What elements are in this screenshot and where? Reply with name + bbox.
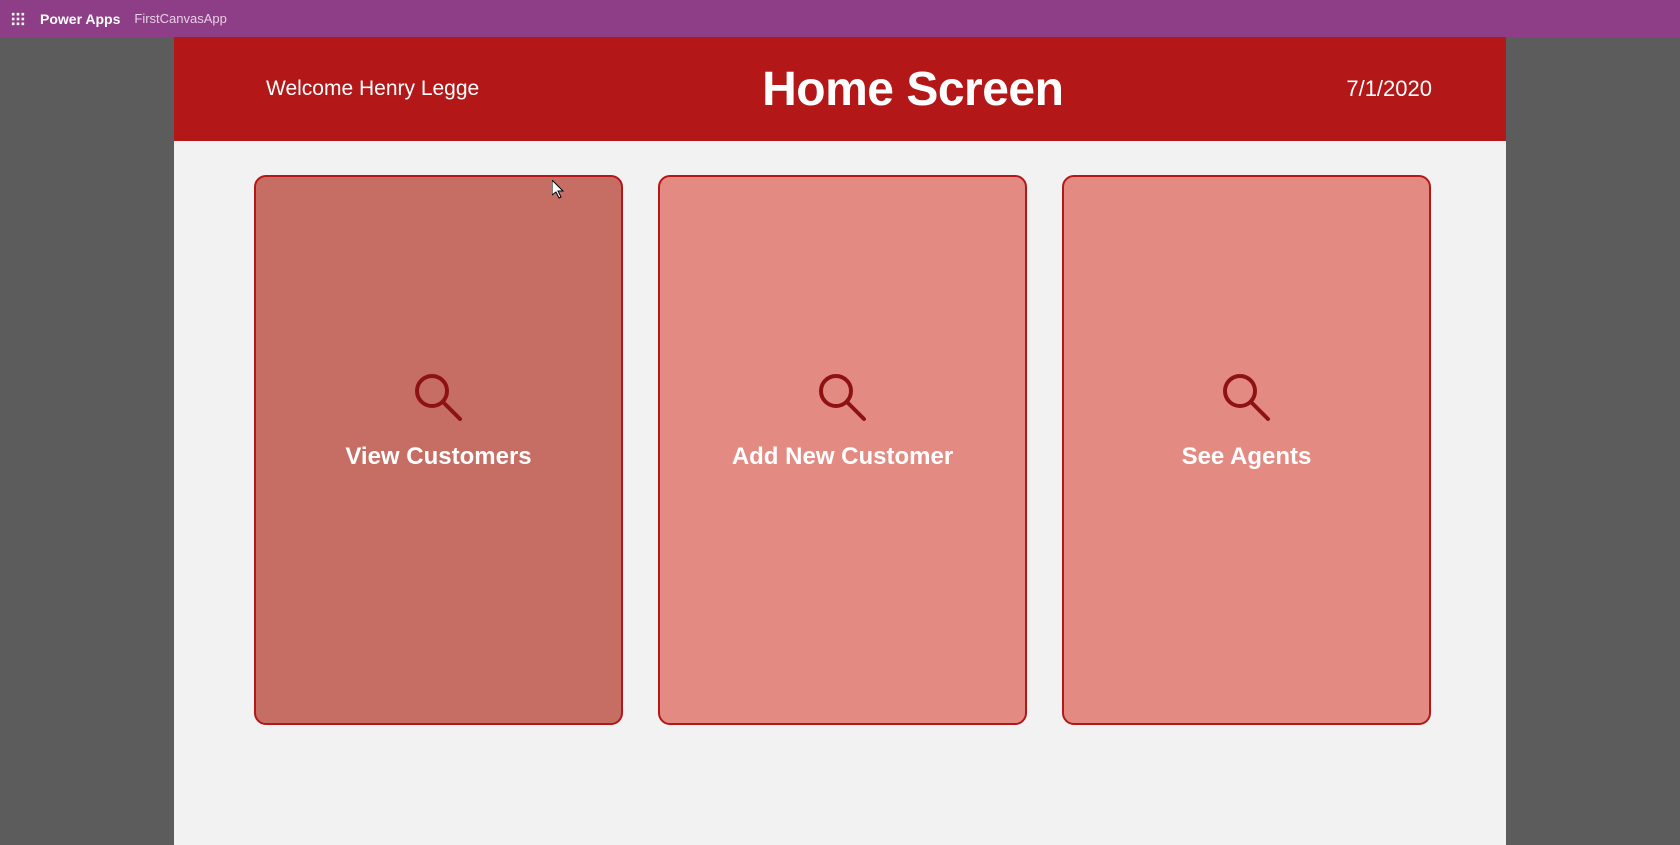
tile-see-agents[interactable]: See Agents	[1062, 175, 1431, 725]
page-title: Home Screen	[762, 62, 1063, 117]
tile-label: See Agents	[1182, 443, 1312, 471]
tile-label: Add New Customer	[732, 443, 953, 471]
brand-label[interactable]: Power Apps	[40, 11, 120, 27]
home-header-banner: Welcome Henry Legge Home Screen 7/1/2020	[174, 37, 1506, 141]
tile-label: View Customers	[345, 443, 531, 471]
tile-add-new-customer[interactable]: Add New Customer	[658, 175, 1027, 725]
canvas-screen: Welcome Henry Legge Home Screen 7/1/2020…	[174, 37, 1506, 845]
power-apps-topbar: Power Apps FirstCanvasApp	[0, 0, 1680, 37]
canvas-wrapper: Welcome Henry Legge Home Screen 7/1/2020…	[0, 37, 1680, 845]
tiles-row: View Customers Add New Customer	[174, 141, 1506, 725]
welcome-text: Welcome Henry Legge	[266, 77, 479, 101]
date-text: 7/1/2020	[1346, 76, 1432, 102]
search-icon	[1218, 369, 1274, 425]
app-name-label: FirstCanvasApp	[134, 11, 226, 26]
search-icon	[410, 369, 466, 425]
app-launcher-icon[interactable]	[10, 11, 26, 27]
search-icon	[814, 369, 870, 425]
tile-view-customers[interactable]: View Customers	[254, 175, 623, 725]
